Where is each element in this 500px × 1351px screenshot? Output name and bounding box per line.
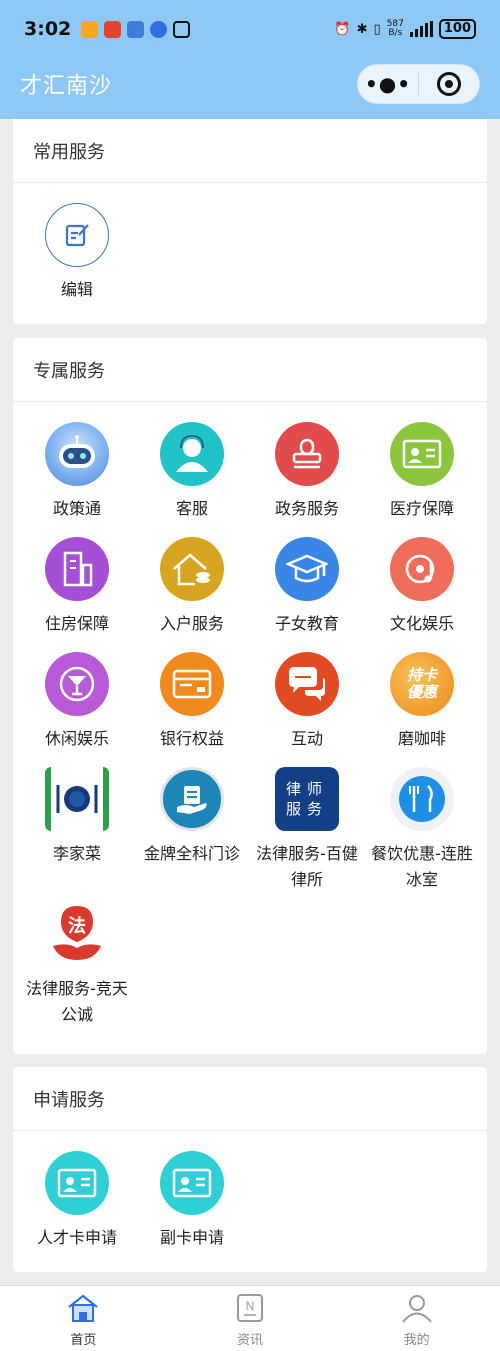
- service-item-residency[interactable]: 入户服务: [133, 537, 251, 637]
- fork-knife-icon: [390, 767, 454, 831]
- customer-service-icon: [160, 422, 224, 486]
- nav-bar: 才汇南沙 •●•: [0, 58, 500, 110]
- id-card-icon: [390, 422, 454, 486]
- edit-icon: [45, 203, 109, 267]
- medical-hand-icon: [160, 767, 224, 831]
- bluetooth-icon: ✱: [356, 21, 368, 37]
- news-icon: N: [233, 1293, 267, 1327]
- status-app-icons: [81, 20, 191, 38]
- service-item-education[interactable]: 子女教育: [248, 537, 366, 637]
- net-speed: 587 B/s: [386, 19, 404, 38]
- signal-icon: [409, 21, 433, 37]
- svg-text:N: N: [246, 1299, 255, 1313]
- vibrate-icon: ▯: [373, 21, 381, 37]
- stamp-icon: [275, 422, 339, 486]
- service-item-policy[interactable]: 政策通: [18, 422, 136, 522]
- service-item-culture[interactable]: 文化娱乐: [363, 537, 481, 637]
- more-menu-button[interactable]: •●•: [358, 72, 418, 96]
- law-hand-icon: 法: [45, 902, 109, 966]
- close-miniprogram-button[interactable]: [419, 72, 479, 96]
- target-icon: [437, 72, 461, 96]
- chat-bubbles-icon: [275, 652, 339, 716]
- exclusive-services-card: 专属服务 政策通 客服 政务服务 医疗保障 住房保障 入户服务 子女教育 文化娱…: [13, 338, 487, 1054]
- service-item-coffee[interactable]: 持卡 優惠 磨咖啡: [363, 652, 481, 752]
- tab-home[interactable]: 首页: [0, 1286, 167, 1351]
- service-item-government[interactable]: 政务服务: [248, 422, 366, 522]
- service-item-medical[interactable]: 医疗保障: [363, 422, 481, 522]
- service-item-sub-card[interactable]: 副卡申请: [133, 1151, 251, 1251]
- status-time: 3:02: [24, 18, 72, 40]
- tab-mine[interactable]: 我的: [333, 1286, 500, 1351]
- house-coins-icon: [160, 537, 224, 601]
- top-bar: 3:02 ⏰ ✱ ▯ 587 B/s 100 才汇南沙 •●•: [0, 0, 500, 119]
- robot-icon: [45, 422, 109, 486]
- miniprogram-capsule: •●•: [357, 64, 480, 104]
- section-title: 专属服务: [13, 338, 487, 402]
- apply-services-card: 申请服务 人才卡申请 副卡申请: [13, 1067, 487, 1272]
- page-title: 才汇南沙: [20, 74, 113, 99]
- card-discount-icon: 持卡 優惠: [390, 652, 454, 716]
- app-notification-icon: [81, 20, 99, 38]
- talent-card-icon: [45, 1151, 109, 1215]
- home-icon: [66, 1293, 100, 1327]
- tab-news[interactable]: N 资讯: [167, 1286, 334, 1351]
- section-title: 申请服务: [13, 1067, 487, 1131]
- service-item-edit[interactable]: 编辑: [18, 203, 136, 303]
- building-icon: [45, 537, 109, 601]
- service-item-law-baijian[interactable]: 律师服务 法律服务-百健律所: [248, 767, 366, 893]
- tab-bar: 首页 N 资讯 我的: [0, 1285, 500, 1351]
- weibo-icon: [104, 20, 122, 38]
- service-item-talent-card[interactable]: 人才卡申请: [18, 1151, 136, 1251]
- user-icon: [400, 1293, 434, 1327]
- service-item-dining[interactable]: 餐饮优惠-连胜冰室: [363, 767, 481, 893]
- plate-cutlery-icon: [45, 767, 109, 831]
- sub-card-icon: [160, 1151, 224, 1215]
- app-notification-icon: [150, 20, 168, 38]
- service-item-bank[interactable]: 银行权益: [133, 652, 251, 752]
- graduation-cap-icon: [275, 537, 339, 601]
- service-item-customer-service[interactable]: 客服: [133, 422, 251, 522]
- battery-icon: 100: [438, 19, 476, 39]
- alarm-icon: ⏰: [334, 21, 351, 37]
- service-item-law-jingtian[interactable]: 法 法律服务-竞天公诚: [18, 902, 136, 1028]
- nfc-icon: [173, 20, 191, 38]
- app-notification-icon: [127, 20, 145, 38]
- service-item-housing[interactable]: 住房保障: [18, 537, 136, 637]
- section-title: 常用服务: [13, 119, 487, 183]
- service-item-li-family[interactable]: 李家菜: [18, 767, 136, 867]
- bank-card-icon: [160, 652, 224, 716]
- lawyer-icon: 律师服务: [275, 767, 339, 831]
- status-bar: 3:02 ⏰ ✱ ▯ 587 B/s 100: [0, 0, 500, 58]
- service-item-clinic[interactable]: 金牌全科门诊: [133, 767, 251, 867]
- service-item-leisure[interactable]: 休闲娱乐: [18, 652, 136, 752]
- music-disc-icon: [390, 537, 454, 601]
- cocktail-icon: [45, 652, 109, 716]
- common-services-card: 常用服务 编辑: [13, 119, 487, 324]
- service-item-interaction[interactable]: 互动: [248, 652, 366, 752]
